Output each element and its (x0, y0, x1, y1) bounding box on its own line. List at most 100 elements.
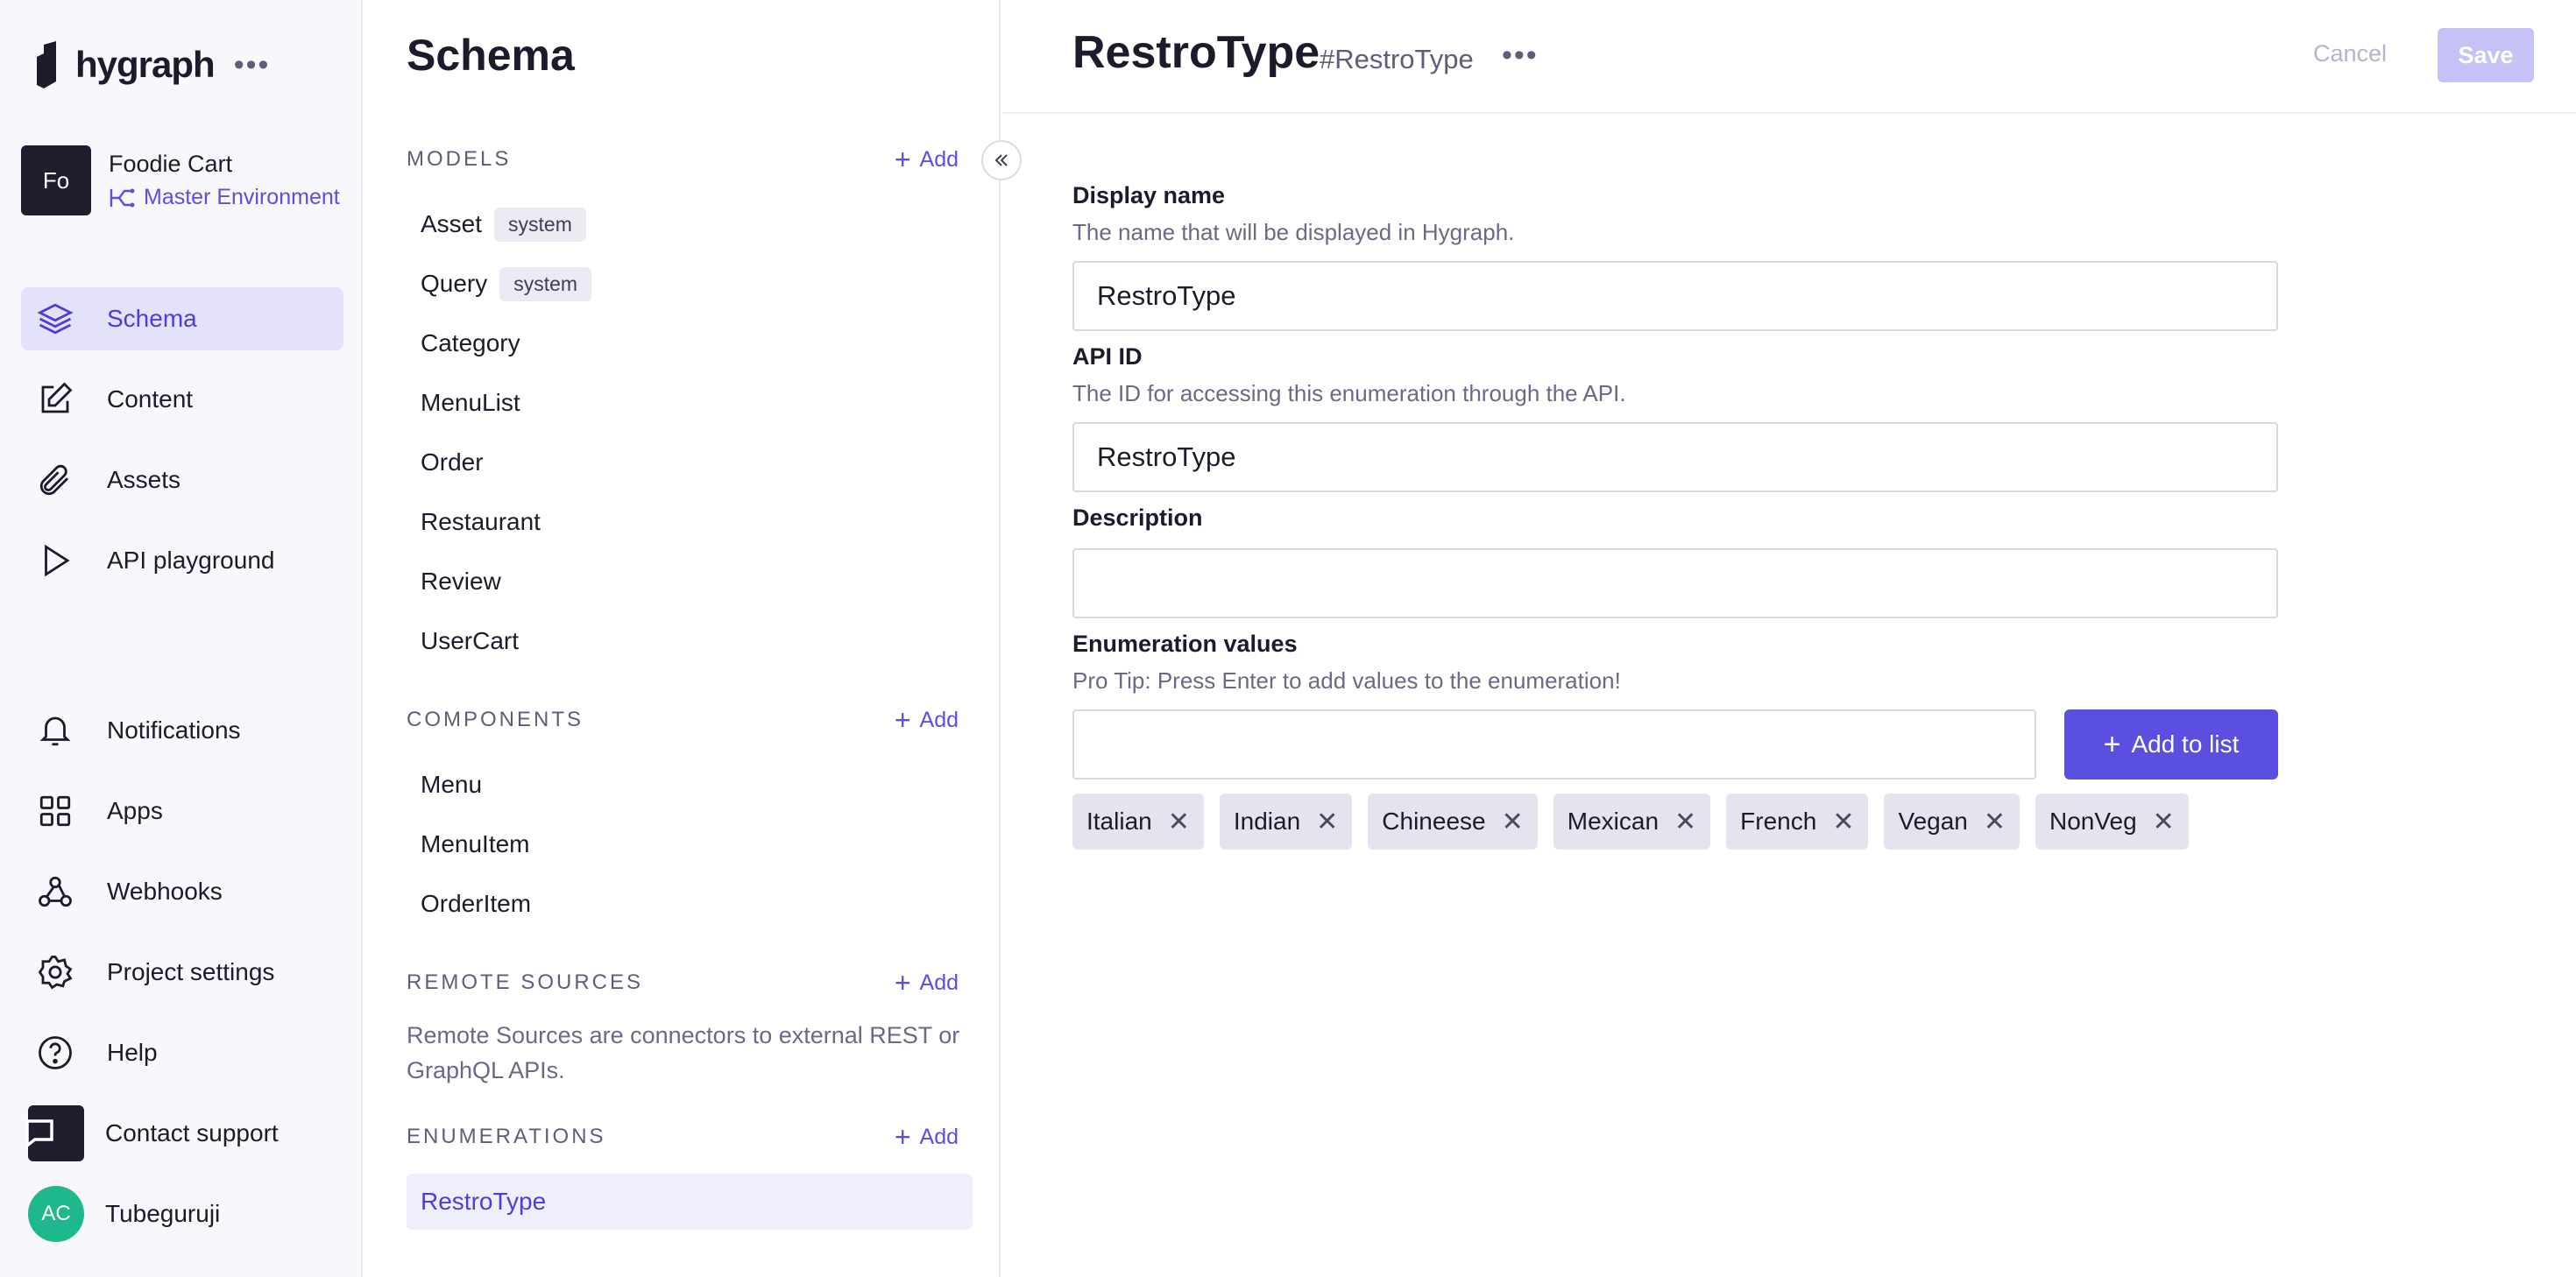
bell-icon (39, 716, 71, 746)
model-name: Query (421, 270, 488, 297)
nav-item-contact-support[interactable]: Contact support (21, 1102, 343, 1165)
logo-text: hygraph (75, 44, 216, 85)
environment-name: Master Environment (144, 185, 340, 209)
project-name: Foodie Cart (109, 151, 233, 177)
remove-icon[interactable]: ✕ (1674, 807, 1696, 837)
chevrons-left-icon (994, 154, 1008, 166)
more-dots-icon[interactable]: ••• (234, 50, 271, 80)
model-item-menulist[interactable]: MenuList (421, 373, 591, 433)
save-button[interactable]: Save (2438, 28, 2534, 82)
add-to-list-button[interactable]: + Add to list (2064, 709, 2278, 780)
model-item-usercart[interactable]: UserCart (421, 611, 591, 671)
play-icon (45, 544, 70, 577)
plus-icon: + (894, 144, 911, 175)
add-model-button[interactable]: + Add (895, 145, 959, 173)
nav-item-help[interactable]: Help (21, 1021, 343, 1084)
schema-title: Schema (407, 31, 575, 80)
enumeration-values-list: Italian ✕ Indian ✕ Chineese ✕ Mexican ✕ … (1072, 794, 2204, 850)
remove-icon[interactable]: ✕ (1502, 807, 1524, 837)
nav-item-notifications[interactable]: Notifications (21, 699, 343, 762)
editor-header: RestroType #RestroType ••• Cancel Save (1002, 0, 2576, 114)
paperclip-icon (39, 464, 68, 496)
nav-item-api-playground[interactable]: API playground (21, 529, 343, 592)
nav-item-apps[interactable]: Apps (21, 780, 343, 843)
chip-label: Vegan (1898, 808, 1968, 835)
enumeration-item-restrotype[interactable]: RestroType (407, 1174, 973, 1230)
gear-icon (38, 956, 73, 990)
nav-item-content[interactable]: Content (21, 368, 343, 431)
description-input[interactable] (1072, 548, 2278, 618)
chip-label: French (1740, 808, 1817, 835)
remove-icon[interactable]: ✕ (1168, 807, 1190, 837)
plus-icon: + (2103, 728, 2121, 761)
nav-label: API playground (107, 547, 275, 574)
enum-value-chip: French ✕ (1726, 794, 1869, 850)
remove-icon[interactable]: ✕ (1316, 807, 1338, 837)
display-name-input[interactable]: RestroType (1072, 261, 2278, 331)
enumeration-values-hint: Pro Tip: Press Enter to add values to th… (1072, 667, 1621, 694)
user-name: Tubeguruji (105, 1200, 221, 1227)
nav-item-project-settings[interactable]: Project settings (21, 941, 343, 1004)
component-item-orderitem[interactable]: OrderItem (421, 874, 531, 934)
remove-icon[interactable]: ✕ (1832, 807, 1854, 837)
nav-item-webhooks[interactable]: Webhooks (21, 860, 343, 923)
more-dots-icon[interactable]: ••• (1502, 39, 1539, 73)
nav-label: Project settings (107, 958, 275, 985)
system-badge: system (494, 207, 586, 242)
add-component-button[interactable]: + Add (895, 706, 959, 734)
system-badge: system (499, 266, 592, 301)
model-item-restaurant[interactable]: Restaurant (421, 492, 591, 552)
model-item-order[interactable]: Order (421, 433, 591, 492)
layers-icon (37, 303, 74, 335)
remove-icon[interactable]: ✕ (2153, 807, 2175, 837)
description-label: Description (1072, 504, 1203, 531)
schema-panel: Schema MODELS + Add Asset system Query s… (364, 0, 1001, 1277)
nav-item-assets[interactable]: Assets (21, 448, 343, 512)
api-id-input[interactable]: RestroType (1072, 422, 2278, 492)
component-item-menu[interactable]: Menu (421, 755, 531, 815)
chip-label: Mexican (1567, 808, 1660, 835)
enumeration-value-input[interactable] (1072, 709, 2036, 780)
user-avatar: AC (28, 1186, 84, 1242)
enumeration-editor: RestroType #RestroType ••• Cancel Save D… (1002, 0, 2576, 1277)
collapse-panel-button[interactable] (981, 140, 1022, 180)
model-item-asset[interactable]: Asset system (421, 194, 591, 254)
remove-icon[interactable]: ✕ (1984, 807, 2006, 837)
add-label: Add (919, 970, 959, 995)
add-remote-source-button[interactable]: + Add (895, 969, 959, 997)
add-label: Add (919, 707, 959, 732)
plus-icon: + (894, 704, 911, 736)
sidebar: hygraph ••• Fo Foodie Cart Master Enviro… (0, 0, 363, 1277)
enum-value-chip: Italian ✕ (1072, 794, 1204, 850)
logo[interactable]: hygraph ••• (35, 39, 270, 91)
models-section-header: MODELS + Add (407, 145, 959, 173)
project-switcher[interactable]: Fo Foodie Cart Master Environment (21, 145, 340, 215)
add-label: Add (919, 146, 959, 172)
models-list: Asset system Query system Category MenuL… (421, 194, 592, 671)
api-id-hash: #RestroType (1320, 44, 1474, 74)
components-label: COMPONENTS (407, 708, 584, 731)
component-item-menuitem[interactable]: MenuItem (421, 815, 531, 874)
enum-value-chip: Indian ✕ (1219, 794, 1353, 850)
user-menu[interactable]: AC Tubeguruji (21, 1182, 343, 1245)
environment-label[interactable]: Master Environment (109, 185, 340, 210)
model-item-review[interactable]: Review (421, 552, 591, 611)
add-to-list-label: Add to list (2131, 730, 2240, 758)
components-section-header: COMPONENTS + Add (407, 706, 959, 734)
edit-icon (41, 382, 73, 413)
model-item-category[interactable]: Category (421, 314, 591, 373)
model-name: Asset (421, 210, 483, 237)
remote-sources-description: Remote Sources are connectors to externa… (407, 1022, 960, 1083)
grid-icon (39, 795, 71, 827)
model-item-query[interactable]: Query system (421, 254, 592, 314)
nav-item-schema[interactable]: Schema (21, 287, 343, 350)
project-avatar: Fo (21, 145, 91, 215)
nav-label: Notifications (107, 716, 241, 744)
cancel-button[interactable]: Cancel (2313, 40, 2387, 67)
add-enumeration-button[interactable]: + Add (895, 1123, 959, 1151)
chip-label: Chineese (1382, 808, 1486, 835)
enumeration-title: RestroType (1072, 27, 1320, 78)
plus-icon: + (894, 1121, 911, 1153)
display-name-hint: The name that will be displayed in Hygra… (1072, 219, 1515, 245)
nav-label: Contact support (105, 1119, 279, 1146)
